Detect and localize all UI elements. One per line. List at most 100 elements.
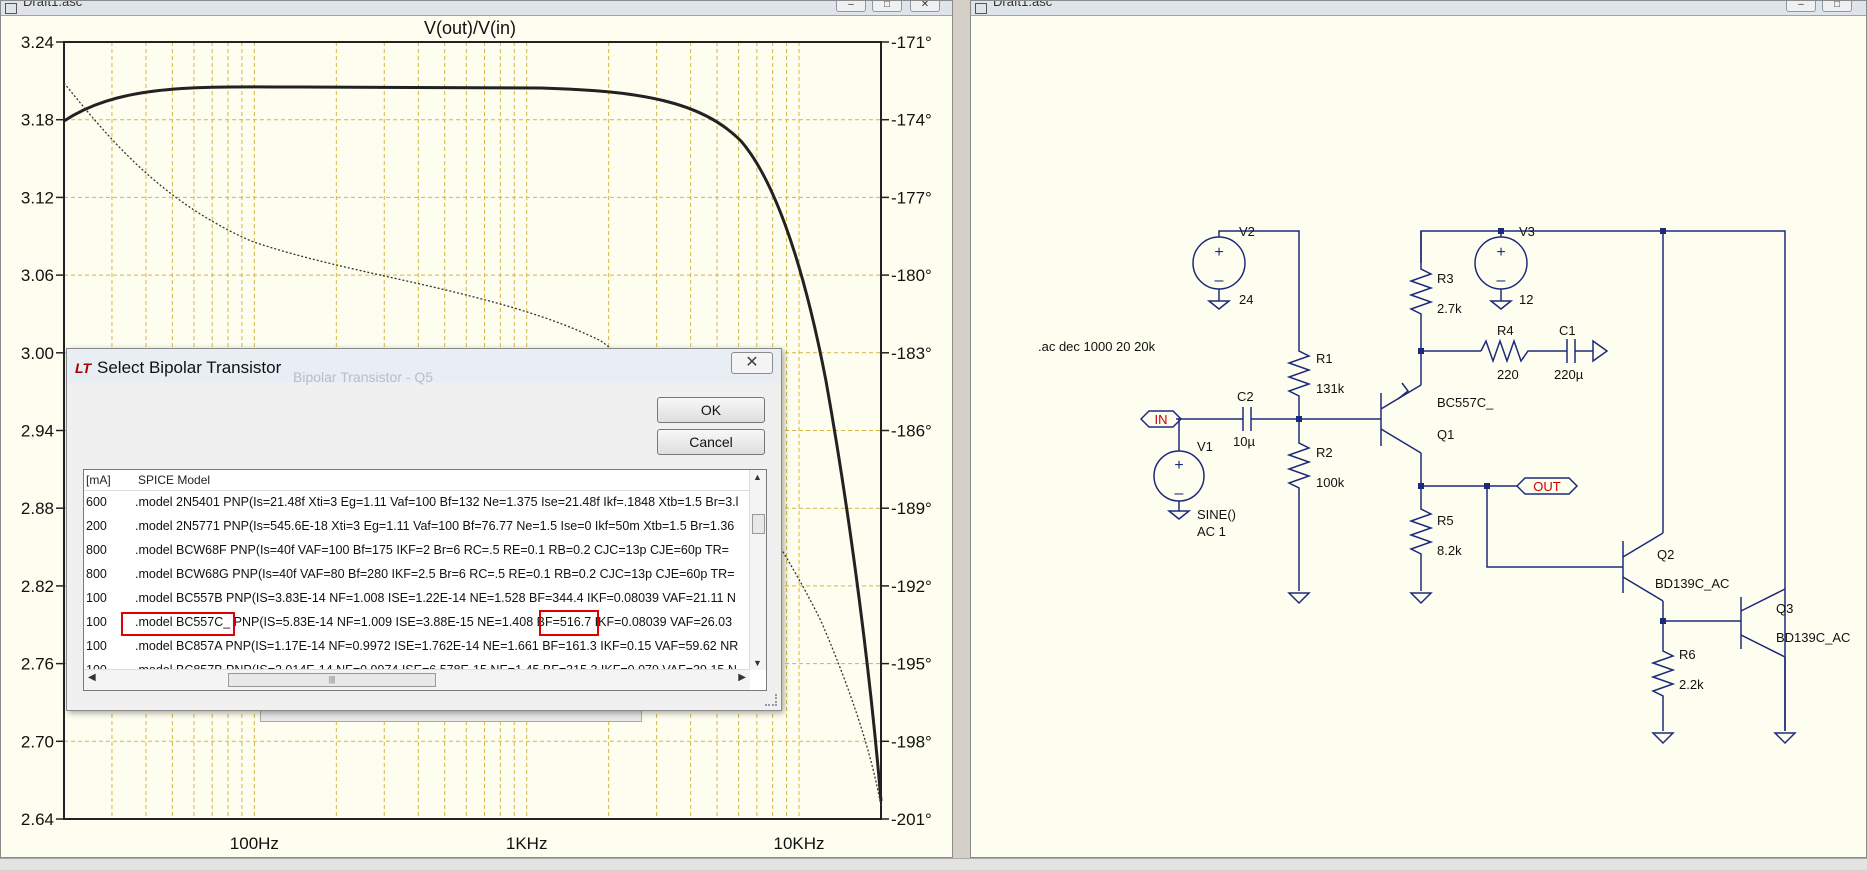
plot-window-titlebar[interactable]: Draft1.asc – □ ✕: [1, 1, 952, 16]
svg-text:+: +: [1496, 244, 1505, 261]
c2-symbol[interactable]: [1242, 407, 1252, 431]
r3-value: 2.7k: [1437, 301, 1462, 316]
right-tick-label: -183°: [891, 344, 932, 363]
c1-name: C1: [1559, 323, 1576, 338]
right-tick-label: -177°: [891, 188, 932, 207]
left-tick-label: 2.82: [21, 577, 54, 596]
scroll-right-icon[interactable]: ▶: [738, 672, 746, 683]
left-tick-label: 2.88: [21, 499, 54, 518]
header-spice-model[interactable]: SPICE Model: [138, 470, 210, 490]
vertical-scrollbar[interactable]: ▲ ▼: [749, 470, 766, 670]
ok-button[interactable]: OK: [657, 397, 765, 423]
right-tick-label: -195°: [891, 655, 932, 674]
c1-value: 220µ: [1554, 367, 1584, 382]
schematic-maximize-button[interactable]: □: [1822, 1, 1852, 12]
cancel-button[interactable]: Cancel: [657, 429, 765, 455]
select-bipolar-transistor-dialog: LT Select Bipolar Transistor Bipolar Tra…: [66, 348, 782, 711]
left-tick-label: 2.76: [21, 655, 54, 674]
horizontal-scroll-thumb[interactable]: |||: [228, 673, 436, 687]
r1-name: R1: [1316, 351, 1333, 366]
q1-name: Q1: [1437, 427, 1454, 442]
table-row[interactable]: 100 .model BC857A PNP(IS=1.17E-14 NF=0.99…: [84, 634, 750, 658]
r1-symbol[interactable]: [1286, 346, 1312, 419]
list-header: [mA] SPICE Model: [84, 470, 750, 491]
r4-name: R4: [1497, 323, 1514, 338]
svg-text:–: –: [1497, 272, 1506, 289]
scroll-down-icon[interactable]: ▼: [753, 658, 762, 668]
status-strip: [0, 858, 1867, 870]
dialog-titlebar[interactable]: LT Select Bipolar Transistor Bipolar Tra…: [67, 349, 781, 385]
table-row[interactable]: 600 .model 2N5401 PNP(Is=21.48f Xti=3 Eg=…: [84, 490, 750, 514]
r5-name: R5: [1437, 513, 1454, 528]
r6-name: R6: [1679, 647, 1696, 662]
highlight-bf-value: [539, 610, 599, 636]
left-tick-label: 3.12: [21, 188, 54, 207]
r6-symbol[interactable]: [1650, 621, 1676, 731]
right-tick-label: -180°: [891, 266, 932, 285]
schematic-canvas[interactable]: IN OUT + – + – + – .ac dec 1000 20 20k V2 2…: [971, 15, 1867, 855]
table-row[interactable]: 800 .model BCW68F PNP(Is=40f VAF=100 Bf=1…: [84, 538, 750, 562]
right-tick-label: -201°: [891, 810, 932, 829]
v3-value: 12: [1519, 292, 1533, 307]
document-icon: [5, 3, 17, 15]
in-net-label: IN: [1155, 412, 1168, 427]
minimize-button[interactable]: –: [836, 1, 866, 12]
header-ma[interactable]: [mA]: [86, 470, 111, 490]
v2-name: V2: [1239, 224, 1255, 239]
horizontal-scrollbar[interactable]: ◀ ||| ▶: [84, 669, 750, 690]
x-tick-label: 1KHz: [506, 834, 548, 853]
q2-model: BD139C_AC: [1655, 576, 1729, 591]
c1-symbol[interactable]: [1566, 339, 1609, 363]
left-tick-label: 3.24: [21, 33, 54, 52]
maximize-button[interactable]: □: [872, 1, 902, 12]
svg-text:–: –: [1175, 485, 1184, 502]
r2-symbol[interactable]: [1286, 419, 1312, 591]
spice-directive[interactable]: .ac dec 1000 20 20k: [1038, 339, 1156, 354]
left-tick-label: 3.18: [21, 111, 54, 130]
schematic-window-titlebar[interactable]: Draft1.asc – □: [971, 1, 1866, 16]
dialog-close-button[interactable]: ✕: [731, 352, 773, 374]
left-tick-label: 2.64: [21, 810, 54, 829]
r6-value: 2.2k: [1679, 677, 1704, 692]
r1-value: 131k: [1316, 381, 1345, 396]
right-tick-label: -192°: [891, 577, 932, 596]
scroll-up-icon[interactable]: ▲: [753, 472, 762, 482]
table-row[interactable]: 200 .model 2N5771 PNP(Is=545.6E-18 Xti=3 …: [84, 514, 750, 538]
r3-symbol[interactable]: [1408, 263, 1434, 351]
table-row[interactable]: 100 .model BC557B PNP(IS=3.83E-14 NF=1.00…: [84, 586, 750, 610]
right-tick-label: -174°: [891, 111, 932, 130]
r2-name: R2: [1316, 445, 1333, 460]
svg-text:+: +: [1214, 244, 1223, 261]
r3-name: R3: [1437, 271, 1454, 286]
r5-symbol[interactable]: [1408, 486, 1434, 591]
right-tick-label: -171°: [891, 33, 932, 52]
q1-symbol[interactable]: [1380, 384, 1422, 454]
right-tick-label: -189°: [891, 499, 932, 518]
out-net-label: OUT: [1533, 479, 1561, 494]
left-tick-label: 2.94: [21, 422, 54, 441]
dialog-ghost-title: Bipolar Transistor - Q5: [293, 369, 434, 385]
x-axis-labels: 100Hz 1KHz 10KHz: [230, 834, 825, 853]
scroll-left-icon[interactable]: ◀: [88, 672, 96, 683]
v2-value: 24: [1239, 292, 1253, 307]
right-axis-labels: -171° -174° -177° -180° -183° -186° -189° -192°…: [881, 33, 932, 829]
v1-value2: AC 1: [1197, 524, 1226, 539]
plot-window-title: Draft1.asc: [23, 1, 83, 9]
svg-text:+: +: [1174, 457, 1183, 474]
vertical-scroll-thumb[interactable]: [752, 514, 765, 534]
highlight-model-name: [121, 612, 235, 636]
resize-grip-icon[interactable]: [765, 694, 777, 706]
schematic-minimize-button[interactable]: –: [1786, 1, 1816, 12]
transistor-model-list[interactable]: [mA] SPICE Model 600 .model 2N5401 PNP(Is…: [83, 469, 767, 691]
x-tick-label: 100Hz: [230, 834, 279, 853]
c2-name: C2: [1237, 389, 1254, 404]
r4-value: 220: [1497, 367, 1519, 382]
v1-value1: SINE(): [1197, 507, 1236, 522]
schematic-window-title: Draft1.asc: [993, 1, 1053, 9]
table-row[interactable]: 800 .model BCW68G PNP(Is=40f VAF=80 Bf=28…: [84, 562, 750, 586]
q3-name: Q3: [1776, 601, 1793, 616]
dialog-title: Select Bipolar Transistor: [97, 358, 282, 377]
r4-symbol[interactable]: [1480, 338, 1567, 364]
svg-text:–: –: [1215, 272, 1224, 289]
close-button[interactable]: ✕: [910, 1, 940, 12]
